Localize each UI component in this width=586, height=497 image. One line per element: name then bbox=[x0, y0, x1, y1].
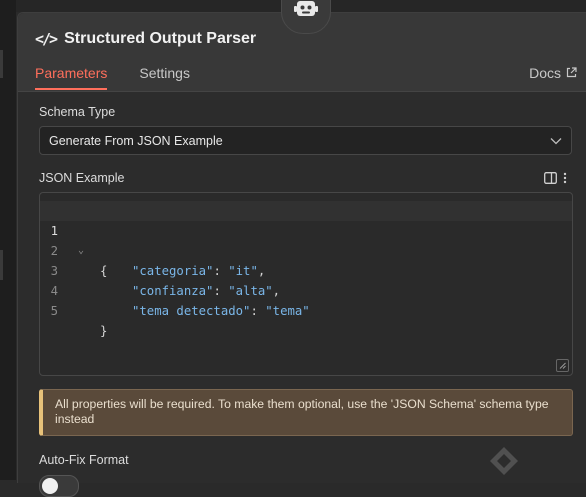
tab-parameters[interactable]: Parameters bbox=[35, 65, 108, 90]
active-line-highlight bbox=[40, 201, 572, 221]
json-sep: : bbox=[250, 304, 266, 318]
json-value: "alta" bbox=[228, 284, 273, 298]
code-line: 1 ⌄ { bbox=[40, 201, 108, 278]
json-example-tools bbox=[544, 171, 567, 189]
code-text: { bbox=[100, 264, 108, 278]
json-tail: , bbox=[257, 264, 266, 278]
panel-icon[interactable] bbox=[544, 171, 557, 189]
docs-link[interactable]: Docs bbox=[529, 65, 577, 81]
json-key: "tema detectado" bbox=[132, 304, 251, 318]
code-line: 5 } bbox=[40, 281, 108, 338]
panel-tabs: Parameters Settings bbox=[35, 65, 190, 90]
canvas-marker bbox=[0, 50, 3, 78]
json-sep: : bbox=[213, 284, 229, 298]
code-text: } bbox=[100, 324, 108, 338]
canvas-marker bbox=[0, 250, 3, 280]
code-line: 3 "confianza": "alta", bbox=[40, 241, 280, 298]
json-tail: , bbox=[272, 284, 281, 298]
json-example-label: JSON Example bbox=[39, 171, 125, 185]
external-link-icon bbox=[566, 65, 577, 81]
json-key: "confianza" bbox=[132, 284, 214, 298]
code-line: 2 "categoria": "it", bbox=[40, 221, 266, 278]
n8n-watermark-icon bbox=[488, 445, 520, 482]
json-value: "tema" bbox=[265, 304, 310, 318]
resize-icon[interactable] bbox=[556, 359, 569, 372]
schema-type-label: Schema Type bbox=[39, 105, 116, 119]
json-value: "it" bbox=[228, 264, 258, 278]
json-editor[interactable]: 1 ⌄ { 2 "categoria": "it", 3 "confianza"… bbox=[39, 192, 573, 376]
auto-fix-label: Auto-Fix Format bbox=[39, 453, 129, 467]
auto-fix-toggle[interactable] bbox=[39, 475, 79, 497]
code-icon: </> bbox=[35, 30, 58, 48]
toggle-knob bbox=[42, 478, 58, 494]
code-line: 4 "tema detectado": "tema" bbox=[40, 261, 310, 318]
notice-text: All properties will be required. To make… bbox=[55, 397, 549, 426]
line-number: 5 bbox=[50, 304, 58, 318]
panel-title: Structured Output Parser bbox=[64, 30, 257, 47]
tab-settings[interactable]: Settings bbox=[139, 65, 190, 90]
schema-type-select[interactable]: Generate From JSON Example bbox=[39, 126, 572, 155]
canvas-left-strip bbox=[0, 0, 16, 480]
required-properties-notice: All properties will be required. To make… bbox=[39, 389, 573, 436]
robot-icon bbox=[293, 0, 319, 26]
schema-type-value: Generate From JSON Example bbox=[49, 133, 223, 148]
more-icon[interactable] bbox=[563, 171, 567, 189]
docs-label: Docs bbox=[529, 65, 561, 81]
chevron-down-icon bbox=[550, 134, 562, 148]
json-sep: : bbox=[213, 264, 229, 278]
node-settings-panel: </> Structured Output Parser Parameters … bbox=[17, 12, 586, 497]
json-key: "categoria" bbox=[132, 264, 214, 278]
